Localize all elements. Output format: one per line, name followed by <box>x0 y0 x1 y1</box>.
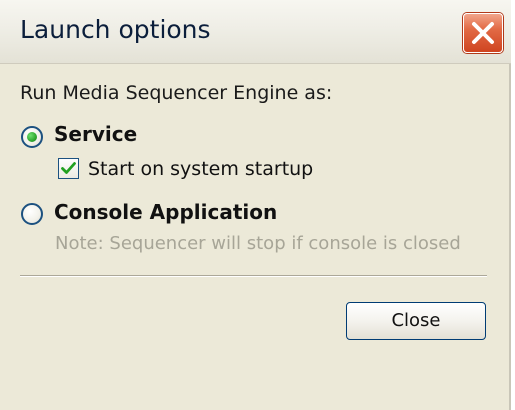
start-on-startup-checkbox[interactable] <box>58 158 79 179</box>
run-as-prompt: Run Media Sequencer Engine as: <box>20 82 333 104</box>
radio-selected-icon <box>27 132 37 142</box>
console-note: Note: Sequencer will stop if console is … <box>55 233 461 254</box>
console-application-radio[interactable] <box>21 203 43 225</box>
start-on-startup-label[interactable]: Start on system startup <box>88 158 313 180</box>
console-application-label[interactable]: Console Application <box>54 200 277 224</box>
title-bar[interactable]: Launch options <box>0 0 511 64</box>
close-x-icon <box>472 22 494 44</box>
launch-options-dialog: Launch options Run Media Sequencer Engin… <box>0 0 511 410</box>
checkmark-icon <box>61 162 76 174</box>
service-label[interactable]: Service <box>54 122 137 146</box>
window-title: Launch options <box>20 15 211 44</box>
separator <box>20 275 487 277</box>
close-button[interactable]: Close <box>346 302 486 340</box>
service-radio[interactable] <box>21 126 43 148</box>
window-close-button[interactable] <box>463 13 503 53</box>
